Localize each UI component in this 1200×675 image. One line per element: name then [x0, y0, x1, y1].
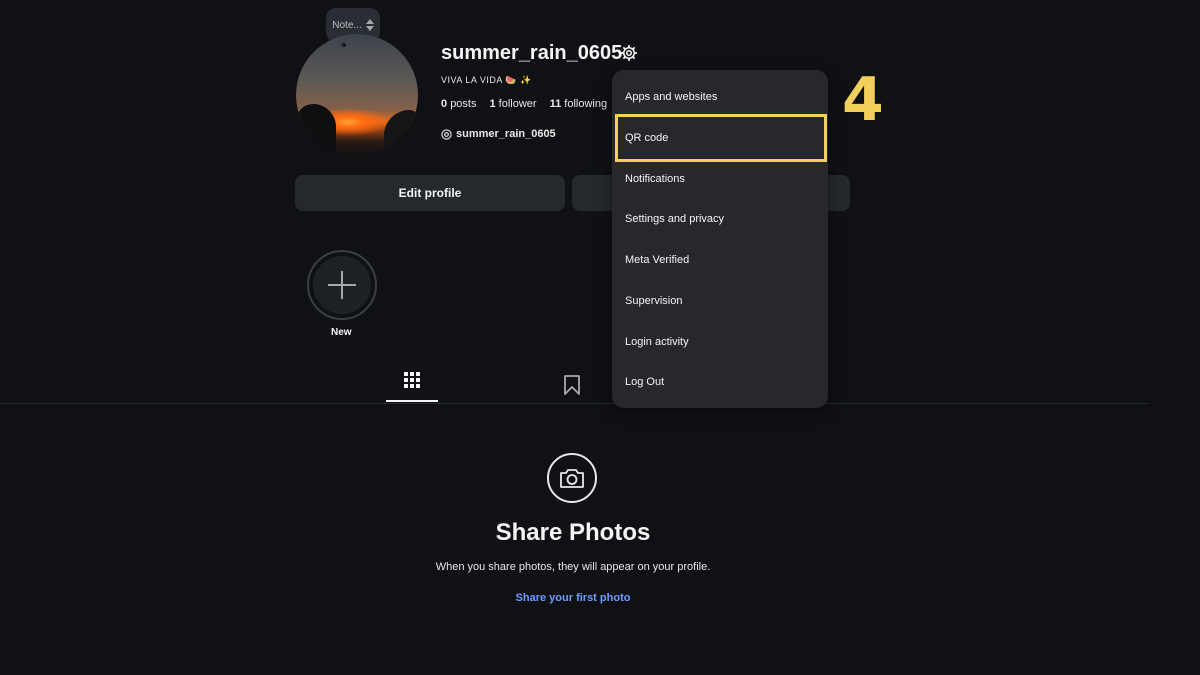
profile-bio: VIVA LA VIDA 🍉 ✨ [441, 75, 532, 85]
menu-item-login-activity[interactable]: Login activity [612, 322, 828, 362]
followers-count: 1 [489, 98, 496, 110]
qr-code-highlight-box [615, 114, 827, 162]
avatar-trees-right [384, 110, 418, 156]
tabs-divider [0, 403, 1148, 404]
following-label: following [564, 98, 608, 110]
avatar[interactable] [296, 34, 418, 156]
new-highlight-label: New [331, 327, 352, 338]
tab-posts[interactable] [386, 372, 438, 402]
bookmark-icon[interactable] [562, 374, 582, 396]
share-first-photo-link[interactable]: Share your first photo [0, 592, 1146, 604]
empty-state-title: Share Photos [495, 519, 651, 546]
step-number-label: 4 [842, 65, 884, 135]
active-tab-indicator [386, 400, 438, 402]
menu-item-meta-verified[interactable]: Meta Verified [612, 240, 828, 280]
camera-icon [560, 469, 584, 488]
new-highlight-button[interactable] [313, 256, 371, 314]
note-label: Note... [332, 19, 362, 31]
edit-profile-button[interactable]: Edit profile [295, 175, 565, 211]
followers-label: follower [498, 98, 537, 110]
menu-item-settings-privacy[interactable]: Settings and privacy [612, 199, 828, 239]
plus-icon [328, 271, 356, 299]
following-stat[interactable]: 11 following [550, 98, 608, 110]
gear-icon[interactable] [620, 44, 638, 62]
note-tail-inner [343, 44, 346, 47]
note-arrows-icon [365, 19, 374, 31]
followers-stat[interactable]: 1 follower [489, 98, 536, 110]
camera-icon-circle [547, 453, 597, 503]
posts-label: posts [450, 98, 477, 110]
threads-handle: summer_rain_0605 [456, 128, 556, 140]
grid-icon [404, 372, 420, 388]
menu-item-notifications[interactable]: Notifications [612, 159, 828, 199]
empty-state-subtitle: When you share photos, they will appear … [435, 561, 711, 573]
following-count: 11 [549, 98, 562, 110]
menu-item-log-out[interactable]: Log Out [612, 362, 828, 402]
posts-stat: 0 posts [441, 98, 476, 110]
threads-icon [441, 128, 452, 140]
menu-item-supervision[interactable]: Supervision [612, 281, 828, 321]
menu-item-apps-websites[interactable]: Apps and websites [612, 77, 828, 117]
avatar-trees [296, 104, 336, 156]
profile-stats: 0 posts 1 follower 11 following [441, 98, 607, 110]
profile-username: summer_rain_0605 [441, 42, 623, 64]
posts-count: 0 [441, 98, 448, 110]
threads-link[interactable]: summer_rain_0605 [441, 128, 556, 140]
